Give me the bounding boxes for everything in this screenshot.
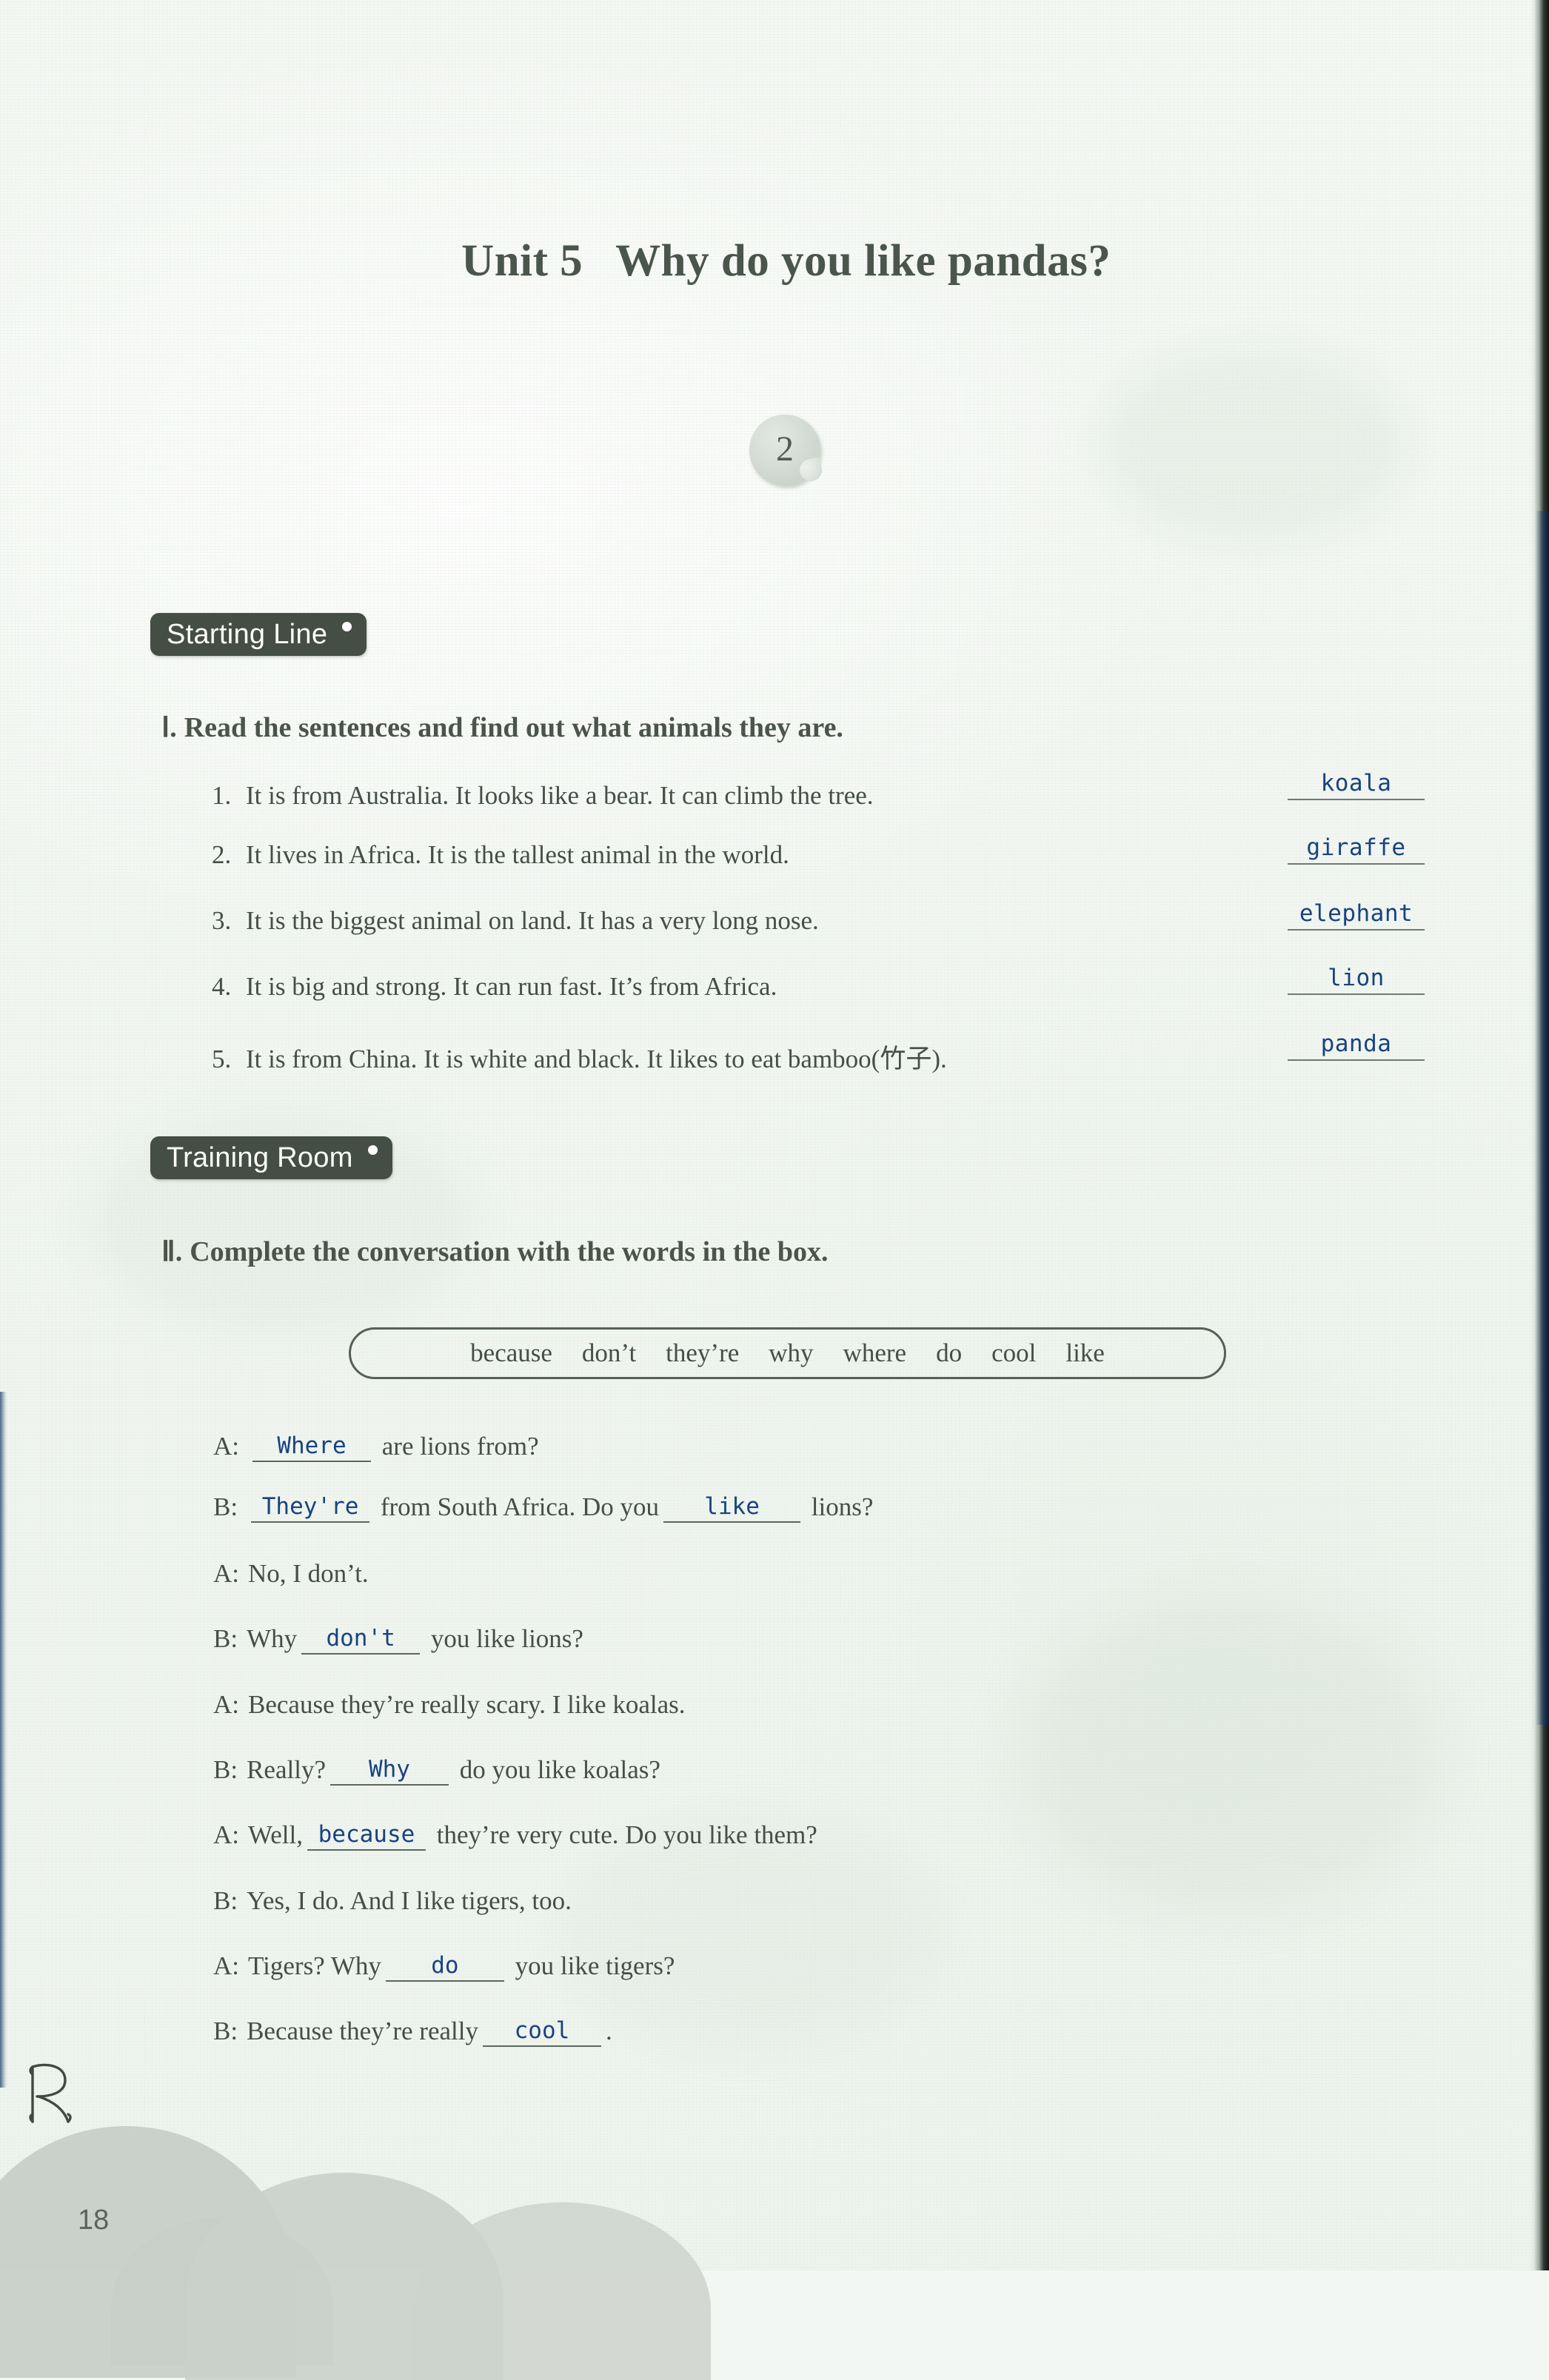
list-item: 5. It is from China. It is white and blac… [212, 1038, 947, 1076]
speaker-label: A: [213, 1820, 239, 1849]
exercise-2-instruction: Complete the conversation with the words… [190, 1236, 829, 1267]
conversation-line: A: Tigers? Why do you like tigers? [213, 1951, 675, 1983]
answer-blank-2[interactable]: giraffe [1288, 834, 1425, 865]
section-number-value: 2 [776, 429, 794, 469]
section-tab-starting-line[interactable]: Starting Line [150, 613, 367, 656]
conversation-text: Because they’re really scary. I like koa… [248, 1690, 686, 1719]
conversation-blank[interactable]: Where [252, 1432, 371, 1462]
speaker-label: B: [213, 1755, 238, 1784]
conversation-text: from South Africa. Do you [374, 1492, 660, 1521]
page-number: 18 [78, 2205, 110, 2236]
conversation-text: . [605, 2017, 612, 2045]
speaker-label: B: [213, 1886, 238, 1915]
unit-title-text: Why do you like pandas? [615, 236, 1111, 286]
conversation-line: A: Where are lions from? [213, 1432, 539, 1464]
tab-dot-icon [342, 621, 352, 631]
conversation-text: Why [247, 1624, 298, 1653]
exercise-1-instruction: Read the sentences and find out what ani… [184, 712, 843, 743]
tab-dot-icon [367, 1144, 378, 1155]
conversation-line: B: Why don't you like lions? [213, 1624, 583, 1656]
word-bank-item[interactable]: they’re [666, 1338, 739, 1368]
speaker-label: B: [213, 2017, 238, 2045]
conversation-text: you like tigers? [508, 1951, 675, 1980]
conversation-text: lions? [805, 1492, 874, 1521]
section-tab-label: Starting Line [167, 618, 328, 650]
conversation-line: A: No, I don’t. [213, 1559, 369, 1589]
conversation-text: Really? [247, 1755, 326, 1784]
unit-label: Unit 5 [461, 236, 583, 286]
conversation-line: B: They're from South Africa. Do you lik… [213, 1492, 873, 1524]
section-number-sticker: 2 [749, 415, 820, 486]
word-bank-item[interactable]: because [470, 1338, 552, 1368]
list-item: 4. It is big and strong. It can run fast.… [212, 972, 777, 1002]
conversation-blank[interactable]: They're [251, 1493, 370, 1523]
speaker-label: B: [213, 1624, 238, 1653]
speaker-label: A: [213, 1951, 239, 1980]
conversation-text: No, I don’t. [248, 1559, 369, 1588]
conversation-text: Tigers? Why [248, 1951, 381, 1980]
item-number: 4. [212, 972, 232, 1001]
conversation-line: B: Yes, I do. And I like tigers, too. [213, 1886, 572, 1916]
list-item: 1. It is from Australia. It looks like a … [212, 781, 874, 811]
word-bank-box: because don’t they’re why where do cool … [349, 1327, 1226, 1379]
answer-blank-4[interactable]: lion [1288, 965, 1425, 995]
conversation-blank[interactable]: do [385, 1952, 504, 1982]
item-text: It is the biggest animal on land. It has… [246, 906, 819, 935]
item-number: 1. [212, 781, 232, 810]
conversation-text: Well, [248, 1820, 303, 1849]
word-bank-item[interactable]: don’t [582, 1338, 636, 1368]
item-text: It lives in Africa. It is the tallest an… [246, 840, 789, 869]
conversation-blank[interactable]: Why [329, 1756, 449, 1786]
conversation-blank[interactable]: cool [482, 2017, 601, 2047]
list-item: 2. It lives in Africa. It is the tallest … [212, 840, 789, 870]
conversation-blank[interactable]: like [663, 1493, 801, 1523]
conversation-blank[interactable]: because [307, 1821, 426, 1851]
book-edge-color-fringe [1536, 511, 1549, 1725]
exercise-1-heading: Ⅰ. Read the sentences and find out what a… [161, 711, 843, 744]
word-bank-item[interactable]: cool [991, 1338, 1036, 1368]
speaker-label: B: [213, 1492, 238, 1521]
conversation-line: B: Because they’re really cool . [213, 2017, 612, 2048]
answer-blank-1[interactable]: koala [1288, 770, 1425, 800]
word-bank-item[interactable]: like [1065, 1338, 1104, 1368]
word-bank-item[interactable]: why [769, 1338, 813, 1368]
exercise-2-heading: Ⅱ. Complete the conversation with the wor… [161, 1235, 829, 1268]
answer-blank-3[interactable]: elephant [1288, 900, 1425, 931]
item-number: 3. [212, 906, 232, 935]
section-tab-training-room[interactable]: Training Room [150, 1136, 392, 1179]
answer-blank-5[interactable]: panda [1288, 1030, 1425, 1061]
conversation-blank[interactable]: don't [301, 1625, 421, 1655]
left-edge-fringe [0, 1392, 7, 2088]
conversation-text: Because they’re really [247, 2017, 478, 2045]
exercise-2-numeral: Ⅱ. [161, 1236, 183, 1267]
item-number: 2. [212, 840, 232, 869]
word-bank-item[interactable]: do [936, 1338, 962, 1368]
conversation-text: are lions from? [375, 1432, 539, 1461]
speaker-label: A: [213, 1690, 239, 1719]
conversation-text: you like lions? [424, 1624, 583, 1653]
conversation-line: A: Well, because they’re very cute. Do y… [213, 1820, 817, 1852]
speaker-label: A: [213, 1432, 239, 1461]
item-text: It is big and strong. It can run fast. I… [246, 972, 777, 1001]
conversation-line: B: Really? Why do you like koalas? [213, 1755, 660, 1787]
list-item: 3. It is the biggest animal on land. It h… [212, 906, 819, 936]
conversation-text: Yes, I do. And I like tigers, too. [247, 1886, 572, 1915]
page-title: Unit 5 Why do you like pandas? [0, 184, 1549, 287]
speaker-label: A: [213, 1559, 239, 1588]
conversation-line: A: Because they’re really scary. I like … [213, 1690, 686, 1720]
word-bank-item[interactable]: where [843, 1338, 907, 1368]
item-text: It is from China. It is white and black.… [246, 1045, 947, 1073]
publisher-r-logo-icon [29, 2063, 72, 2123]
conversation-text: do you like koalas? [452, 1755, 660, 1784]
page-background [0, 0, 1549, 2270]
conversation-text: they’re very cute. Do you like them? [429, 1820, 817, 1849]
item-text: It is from Australia. It looks like a be… [246, 781, 874, 810]
item-number: 5. [212, 1045, 232, 1073]
exercise-1-numeral: Ⅰ. [161, 712, 177, 743]
section-tab-label: Training Room [167, 1142, 353, 1173]
